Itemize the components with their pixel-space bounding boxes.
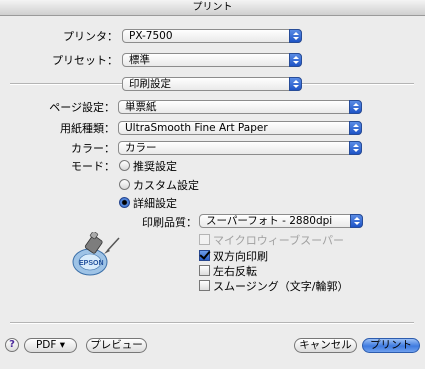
popup-arrows-icon: [350, 214, 363, 228]
quality-value: スーパーフォト - 2880dpi: [206, 215, 333, 227]
panel-value: 印刷設定: [129, 78, 171, 90]
mode-radio-custom[interactable]: [119, 179, 130, 190]
bidirectional-label: 双方向印刷: [213, 250, 268, 263]
popup-arrows-icon: [289, 53, 302, 67]
popup-arrows-icon: [289, 77, 302, 91]
preset-popup[interactable]: 標準: [122, 53, 302, 67]
popup-arrows-icon: [349, 141, 362, 155]
popup-arrows-icon: [289, 29, 302, 43]
help-button[interactable]: ?: [5, 338, 19, 352]
printer-label: プリンタ：: [63, 30, 118, 43]
mirror-label: 左右反転: [213, 265, 257, 278]
mode-option-label: 詳細設定: [133, 197, 177, 210]
epson-logo-text: EPSON: [79, 260, 104, 267]
color-popup[interactable]: カラー: [118, 141, 362, 155]
window-title: プリント: [0, 0, 425, 16]
page-setting-value: 単票紙: [125, 101, 157, 113]
panel-popup[interactable]: 印刷設定: [122, 77, 302, 91]
page-setting-label: ページ設定：: [49, 101, 115, 114]
smoothing-checkbox[interactable]: [199, 280, 210, 291]
cancel-button[interactable]: キャンセル: [294, 338, 357, 353]
mode-radio-recommended[interactable]: [119, 160, 130, 171]
mode-option-label: カスタム設定: [133, 179, 199, 192]
popup-arrows-icon: [349, 121, 362, 135]
paper-type-popup[interactable]: UltraSmooth Fine Art Paper: [118, 121, 362, 135]
printer-value: PX-7500: [129, 30, 173, 42]
color-value: カラー: [125, 142, 157, 154]
printer-popup[interactable]: PX-7500: [122, 29, 302, 43]
preset-value: 標準: [129, 54, 150, 66]
paper-type-label: 用紙種類：: [60, 122, 115, 135]
popup-arrows-icon: [349, 100, 362, 114]
print-button[interactable]: プリント: [362, 338, 420, 353]
mode-label: モード：: [71, 160, 115, 173]
preset-label: プリセット：: [52, 54, 118, 67]
pdf-button[interactable]: PDF ▾: [24, 338, 77, 353]
page-setting-popup[interactable]: 単票紙: [118, 100, 362, 114]
mirror-checkbox[interactable]: [199, 265, 210, 276]
quality-popup[interactable]: スーパーフォト - 2880dpi: [199, 214, 363, 228]
mode-radio-advanced[interactable]: [119, 197, 130, 208]
microweave-checkbox[interactable]: [199, 234, 210, 245]
footer-separator: [10, 322, 414, 324]
color-label: カラー：: [71, 142, 115, 155]
bidirectional-checkbox[interactable]: [199, 250, 210, 261]
preview-button[interactable]: プレビュー: [86, 338, 147, 353]
printer-icon: EPSON: [72, 232, 120, 276]
mode-option-label: 推奨設定: [133, 160, 177, 173]
smoothing-label: スムージング（文字/輪郭）: [213, 280, 349, 293]
paper-type-value: UltraSmooth Fine Art Paper: [125, 122, 268, 134]
microweave-label: マイクロウィーブスーパー: [213, 234, 345, 247]
quality-label: 印刷品質：: [142, 216, 197, 229]
